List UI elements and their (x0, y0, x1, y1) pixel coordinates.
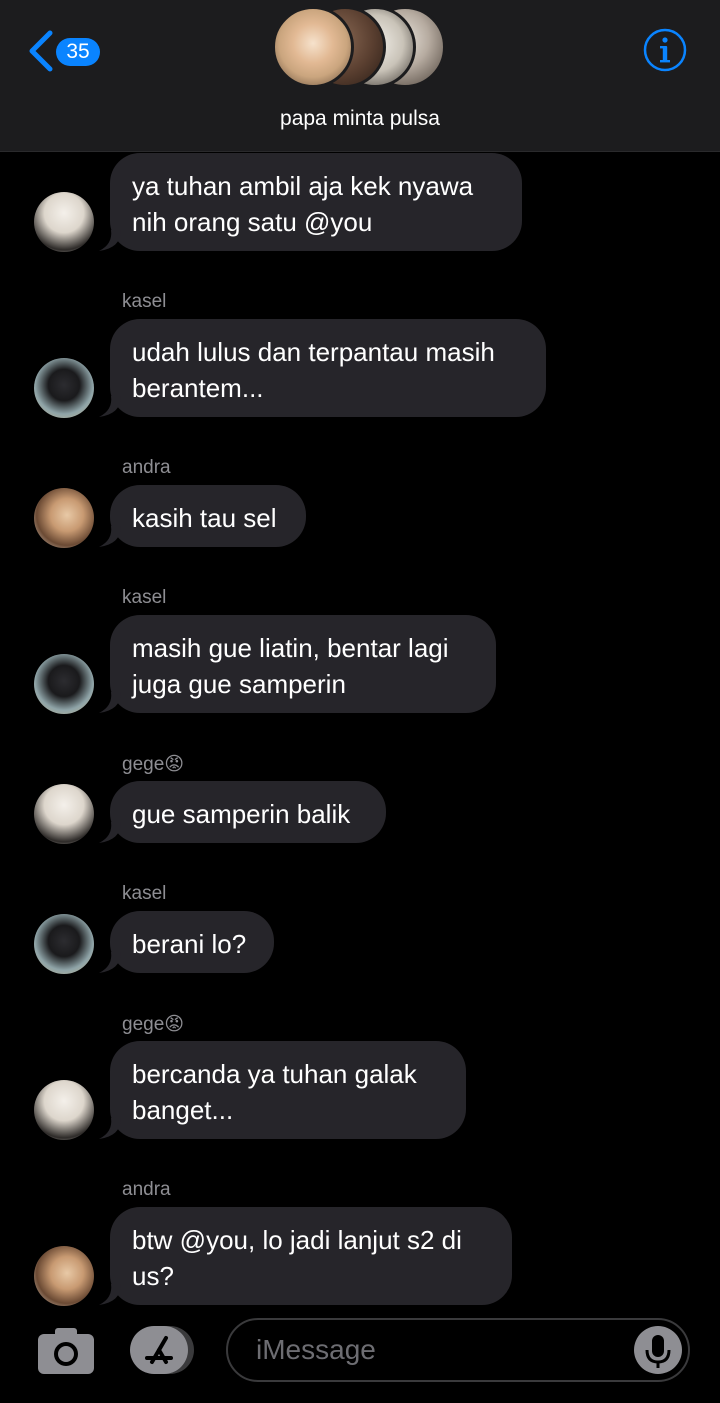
bubble-tail (99, 396, 121, 417)
message-text-line: berani lo? (132, 929, 247, 959)
avatar (272, 6, 354, 88)
bubble-tail (99, 822, 121, 843)
message-bubble[interactable]: ya tuhan ambil aja kek nyawa nih orang s… (110, 153, 522, 251)
avatar[interactable] (34, 914, 94, 974)
message-text-line: banget... (132, 1095, 234, 1125)
bubble-tail (99, 692, 121, 713)
sender-name: gege😡 (122, 754, 185, 775)
sender-name: kasel (122, 291, 167, 312)
message-bubble[interactable]: gue samperin balik (110, 781, 386, 843)
avatar[interactable] (34, 784, 94, 844)
message-input-placeholder: iMessage (256, 1334, 376, 1365)
message-text-line: bercanda ya tuhan galak (132, 1059, 417, 1089)
sender-name: kasel (122, 587, 167, 608)
sender-name: andra (122, 457, 171, 478)
message-text-line: udah lulus dan terpantau masih (132, 337, 495, 367)
avatar[interactable] (34, 358, 94, 418)
avatar[interactable] (34, 488, 94, 548)
chevron-left-icon (29, 30, 53, 72)
message-text-line: nih orang satu @you (132, 207, 373, 237)
microphone-icon (645, 1335, 671, 1368)
message-text-line: berantem... (132, 373, 264, 403)
group-avatar-stack[interactable] (270, 6, 450, 92)
avatar[interactable] (34, 654, 94, 714)
avatar[interactable] (34, 1080, 94, 1140)
message-text-line: us? (132, 1261, 174, 1291)
group-name[interactable]: papa minta pulsa (0, 107, 720, 131)
sender-name: gege😡 (122, 1014, 185, 1035)
message-text-line: gue samperin balik (132, 799, 351, 829)
bubble-tail (99, 1118, 121, 1139)
message-bubble[interactable]: udah lulus dan terpantau masih berantem.… (110, 319, 546, 417)
message-bubble[interactable]: berani lo? (110, 911, 274, 973)
avatar[interactable] (34, 1246, 94, 1306)
message-text-line: masih gue liatin, bentar lagi (132, 633, 449, 663)
sender-name: kasel (122, 883, 167, 904)
bubble-tail (99, 1284, 121, 1305)
message-input[interactable]: iMessage (226, 1318, 690, 1382)
info-icon (643, 28, 687, 72)
message-bubble[interactable]: kasih tau sel (110, 485, 306, 547)
message-text-line: juga gue samperin (132, 669, 346, 699)
camera-icon (38, 1328, 94, 1374)
sender-name: andra (122, 1179, 171, 1200)
message-text-line: btw @you, lo jadi lanjut s2 di (132, 1225, 462, 1255)
app-store-icon (130, 1326, 194, 1374)
unread-count-badge: 35 (56, 38, 100, 66)
message-text-line: kasih tau sel (132, 503, 277, 533)
avatar[interactable] (34, 192, 94, 252)
app-store-button[interactable] (130, 1326, 196, 1374)
message-text-line: ya tuhan ambil aja kek nyawa (132, 171, 474, 201)
microphone-button[interactable] (634, 1326, 682, 1374)
conversation-header: 35 papa minta pulsa (0, 0, 720, 152)
bubble-tail (99, 526, 121, 547)
camera-button[interactable] (38, 1326, 94, 1374)
message-bubble[interactable]: bercanda ya tuhan galak banget... (110, 1041, 466, 1139)
back-button[interactable]: 35 (26, 28, 106, 74)
message-bubble[interactable]: btw @you, lo jadi lanjut s2 di us? (110, 1207, 512, 1305)
compose-bar: iMessage (0, 1312, 720, 1403)
bubble-tail (99, 230, 121, 251)
bubble-tail (99, 952, 121, 973)
message-bubble[interactable]: masih gue liatin, bentar lagi juga gue s… (110, 615, 496, 713)
info-button[interactable] (643, 28, 687, 72)
